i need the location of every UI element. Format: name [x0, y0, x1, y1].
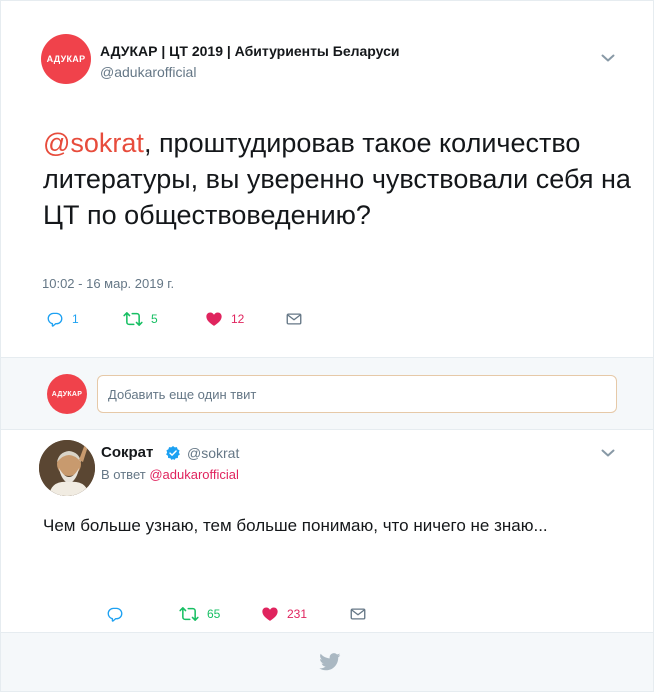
retweet-icon [123, 310, 143, 328]
tweet-actions: 1 5 12 [46, 309, 346, 329]
reply-icon [106, 605, 124, 623]
retweet-button[interactable]: 5 [123, 309, 158, 329]
twitter-bird-icon[interactable] [319, 653, 341, 671]
mention-link[interactable]: @sokrat [43, 128, 144, 158]
author-name[interactable]: Сократ [101, 444, 153, 461]
timestamp[interactable]: 10:02 - 16 мар. 2019 г. [42, 276, 174, 291]
tweet-actions: 65 231 [106, 604, 406, 624]
mention-link[interactable]: @adukarofficial [149, 467, 239, 482]
tweet-embed-frame: АДУКАР АДУКАР | ЦТ 2019 | Абитуриенты Бе… [0, 0, 654, 692]
reply-button[interactable]: 1 [46, 309, 79, 329]
tweet-text: Чем больше узнаю, тем больше понимаю, чт… [43, 516, 548, 535]
retweet-count: 5 [151, 312, 158, 326]
retweet-button[interactable]: 65 [179, 604, 220, 624]
reply-composer: АДУКАР Добавить еще один твит [1, 357, 653, 430]
avatar: АДУКАР [47, 374, 87, 414]
reply-button[interactable] [106, 604, 124, 624]
like-button[interactable]: 12 [205, 309, 244, 329]
like-count: 12 [231, 312, 245, 326]
in-reply-to: В ответ @adukarofficial [101, 467, 239, 482]
retweet-icon [179, 605, 199, 623]
heart-icon [261, 605, 279, 623]
mail-icon [285, 310, 303, 328]
avatar[interactable] [39, 440, 95, 496]
author-handle[interactable]: @adukarofficial [100, 64, 196, 80]
mail-icon [349, 605, 367, 623]
avatar[interactable]: АДУКАР [41, 34, 91, 84]
retweet-count: 65 [207, 607, 221, 621]
author-name[interactable]: АДУКАР | ЦТ 2019 | Абитуриенты Беларуси [100, 43, 400, 59]
reply-tweet: Сократ @sokrat В ответ @adukarofficial Ч… [1, 430, 653, 633]
reply-input[interactable]: Добавить еще один твит [97, 375, 617, 413]
direct-message-button[interactable] [349, 604, 367, 624]
like-button[interactable]: 231 [261, 604, 307, 624]
reply-icon [46, 310, 64, 328]
like-count: 231 [287, 607, 308, 621]
chevron-down-icon[interactable] [601, 53, 615, 63]
verified-icon [165, 445, 181, 461]
tweet-text: @sokrat, проштудировав такое количество … [43, 125, 643, 233]
embed-footer [1, 633, 653, 691]
heart-icon [205, 310, 223, 328]
author-handle[interactable]: @sokrat [187, 445, 239, 461]
main-tweet: АДУКАР АДУКАР | ЦТ 2019 | Абитуриенты Бе… [1, 1, 653, 357]
chevron-down-icon[interactable] [601, 448, 615, 458]
reply-count: 1 [72, 312, 79, 326]
in-reply-prefix: В ответ [101, 467, 146, 482]
direct-message-button[interactable] [285, 309, 303, 329]
